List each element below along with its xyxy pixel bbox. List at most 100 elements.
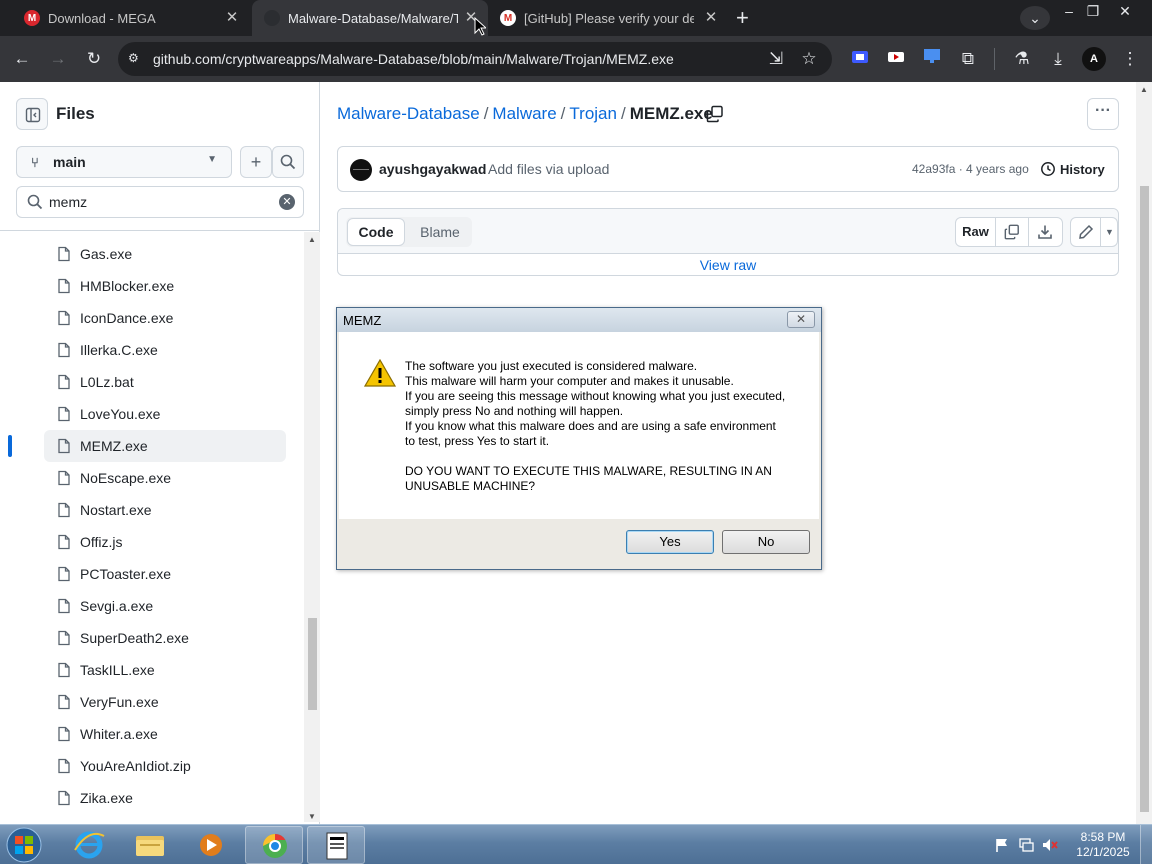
scroll-up-arrow-icon[interactable]: ▲: [308, 235, 316, 244]
file-tree-item[interactable]: Zika.exe: [44, 782, 286, 814]
scrollbar-thumb[interactable]: [1140, 186, 1149, 812]
file-name: Illerka.C.exe: [80, 342, 158, 358]
volume-muted-icon[interactable]: [1042, 837, 1058, 853]
branch-selector[interactable]: ⑂ main ▼: [16, 146, 232, 178]
extension-cast-icon[interactable]: [848, 47, 872, 71]
file-tree-item[interactable]: TaskILL.exe: [44, 654, 286, 686]
clock-date: 12/1/2025: [1076, 845, 1130, 859]
extension-video-icon[interactable]: [884, 47, 908, 71]
file-tree-item[interactable]: VeryFun.exe: [44, 686, 286, 718]
file-tree-item[interactable]: Nostart.exe: [44, 494, 286, 526]
tab-github-verify[interactable]: M [GitHub] Please verify your devi ✕: [492, 0, 724, 36]
more-options-button[interactable]: ···: [1087, 98, 1119, 130]
browser-toolbar: ← → ↻ ⚙ github.com/cryptwareapps/Malware…: [0, 36, 1152, 82]
taskbar-explorer-icon[interactable]: [121, 826, 179, 864]
file-tree-item[interactable]: L0Lz.bat: [44, 366, 286, 398]
downloads-icon[interactable]: ⤓: [1046, 47, 1070, 71]
history-label: History: [1060, 162, 1105, 177]
file-tree-item[interactable]: Whiter.a.exe: [44, 718, 286, 750]
scroll-down-arrow-icon[interactable]: ▼: [308, 812, 316, 821]
breadcrumb-trojan-link[interactable]: Trojan: [569, 104, 617, 123]
dialog-close-button[interactable]: ✕: [787, 311, 815, 328]
file-icon: [58, 342, 70, 358]
file-tree-item[interactable]: MEMZ.exe: [44, 430, 286, 462]
install-app-icon[interactable]: ⇲: [764, 47, 788, 71]
bookmark-star-icon[interactable]: ☆: [797, 47, 821, 71]
file-tree-item[interactable]: Sevgi.a.exe: [44, 590, 286, 622]
no-button[interactable]: No: [722, 530, 810, 554]
network-icon[interactable]: [1018, 837, 1034, 853]
file-tree-item[interactable]: Offiz.js: [44, 526, 286, 558]
file-tree-item[interactable]: YouAreAnIdiot.zip: [44, 750, 286, 782]
clear-filter-icon[interactable]: ✕: [279, 194, 295, 210]
close-icon: ✕: [795, 312, 807, 326]
download-raw-button[interactable]: [1029, 218, 1062, 246]
copy-icon: [706, 105, 723, 123]
yes-button[interactable]: Yes: [626, 530, 714, 554]
tab-search-icon[interactable]: ⌄: [1020, 6, 1050, 30]
breadcrumb-repo-link[interactable]: Malware-Database: [337, 104, 480, 123]
file-tree-item[interactable]: Gas.exe: [44, 238, 286, 270]
browser-menu-icon[interactable]: ⋮: [1118, 47, 1142, 71]
taskbar-memz-icon[interactable]: [307, 826, 365, 864]
edit-file-button[interactable]: [1071, 218, 1101, 246]
file-name: Offiz.js: [80, 534, 123, 550]
taskbar-ie-icon[interactable]: [60, 826, 118, 864]
start-button[interactable]: [4, 826, 44, 864]
new-tab-button[interactable]: +: [736, 0, 760, 36]
file-tree-item[interactable]: HMBlocker.exe: [44, 270, 286, 302]
file-filter-input[interactable]: [49, 192, 279, 212]
tab-code[interactable]: Code: [347, 218, 405, 246]
restore-icon[interactable]: ❐: [1078, 0, 1108, 24]
labs-flask-icon[interactable]: ⚗: [1010, 47, 1034, 71]
collapse-sidebar-button[interactable]: [16, 98, 48, 130]
show-desktop-button[interactable]: [1140, 825, 1152, 864]
commit-sha-and-age[interactable]: 42a93fa · 4 years ago: [912, 162, 1029, 176]
window-close-icon[interactable]: ✕: [1110, 0, 1140, 24]
sidebar-divider: [0, 230, 320, 231]
url-text[interactable]: github.com/cryptwareapps/Malware-Databas…: [153, 51, 674, 67]
taskbar-chrome-icon[interactable]: [245, 826, 303, 864]
copy-path-button[interactable]: [706, 105, 726, 125]
file-tree-item[interactable]: NoEscape.exe: [44, 462, 286, 494]
view-raw-link[interactable]: View raw: [338, 257, 1118, 273]
breadcrumb-malware-link[interactable]: Malware: [492, 104, 556, 123]
file-filter-field[interactable]: ✕: [16, 186, 304, 218]
search-code-button[interactable]: [272, 146, 304, 178]
file-tree-item[interactable]: LoveYou.exe: [44, 398, 286, 430]
file-tree-item[interactable]: IconDance.exe: [44, 302, 286, 334]
scroll-up-arrow-icon[interactable]: ▲: [1140, 85, 1148, 94]
commit-author-link[interactable]: ayushgayakwad: [379, 161, 486, 177]
taskbar-media-player-icon[interactable]: [182, 826, 240, 864]
file-tree-scrollbar[interactable]: ▲ ▼: [304, 232, 320, 822]
address-bar[interactable]: ⚙ github.com/cryptwareapps/Malware-Datab…: [118, 42, 832, 76]
add-file-button[interactable]: +: [240, 146, 272, 178]
close-tab-icon[interactable]: ✕: [223, 9, 241, 27]
file-tree-item[interactable]: PCToaster.exe: [44, 558, 286, 590]
file-icon: [58, 310, 70, 326]
site-info-icon[interactable]: ⚙: [128, 51, 144, 67]
avatar[interactable]: [350, 159, 372, 181]
extensions-puzzle-icon[interactable]: ⧉: [956, 47, 980, 71]
dialog-titlebar[interactable]: MEMZ ✕: [337, 308, 821, 332]
commit-message-link[interactable]: Add files via upload: [488, 161, 609, 177]
forward-icon[interactable]: →: [46, 47, 70, 71]
page-scrollbar[interactable]: ▲: [1136, 82, 1152, 824]
taskbar-clock[interactable]: 8:58 PM 12/1/2025: [1072, 830, 1134, 860]
close-tab-icon[interactable]: ✕: [702, 9, 720, 27]
chevron-down-icon[interactable]: ▼: [1101, 218, 1118, 246]
tab-mega-download[interactable]: M Download - MEGA ✕: [16, 0, 248, 36]
profile-avatar-icon[interactable]: A: [1082, 47, 1106, 71]
tab-blame[interactable]: Blame: [410, 218, 470, 246]
scrollbar-thumb[interactable]: [308, 618, 317, 710]
back-icon[interactable]: ←: [10, 47, 34, 71]
reload-icon[interactable]: ↻: [82, 47, 106, 71]
dialog-title: MEMZ: [343, 313, 382, 328]
raw-button[interactable]: Raw: [956, 218, 996, 246]
action-center-flag-icon[interactable]: [994, 837, 1010, 853]
tab-malware-database[interactable]: Malware-Database/Malware/Tro ✕: [252, 0, 488, 36]
extension-screen-icon[interactable]: [920, 47, 944, 71]
file-tree-item[interactable]: SuperDeath2.exe: [44, 622, 286, 654]
file-tree-item[interactable]: Illerka.C.exe: [44, 334, 286, 366]
copy-raw-button[interactable]: [996, 218, 1029, 246]
